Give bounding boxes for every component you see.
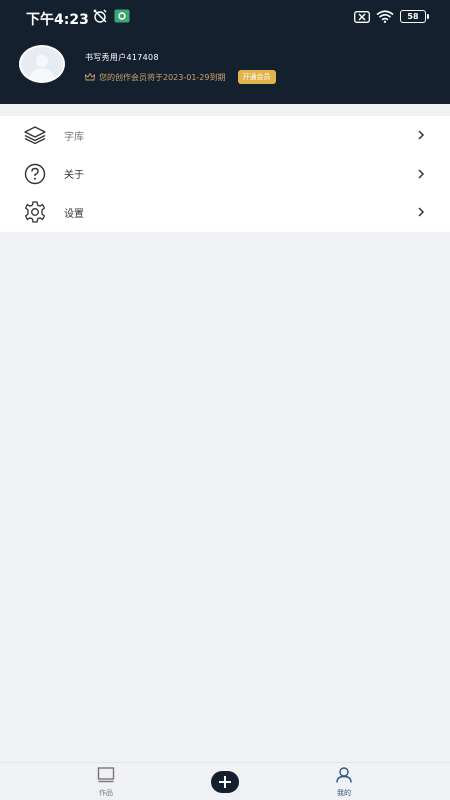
works-icon [97, 767, 115, 783]
question-circle-icon [24, 163, 46, 185]
menu-item-settings[interactable]: 设置 [0, 193, 450, 232]
status-bar: 下午4:23 58 [0, 0, 450, 34]
status-icons-right: 58 [354, 10, 429, 23]
add-button[interactable] [211, 771, 239, 793]
user-icon [336, 767, 352, 783]
battery-icon: 58 [400, 10, 429, 23]
gear-icon [24, 201, 46, 223]
menu-label-settings: 设置 [64, 208, 84, 220]
tab-mine[interactable]: 我的 [329, 767, 359, 798]
tab-works[interactable]: 作品 [91, 767, 121, 798]
shield-badge-icon [114, 9, 130, 23]
menu-item-about[interactable]: 关于 [0, 155, 450, 194]
menu-item-font-library[interactable]: 字库 [0, 116, 450, 155]
bottom-tab-bar: 作品 我的 [0, 762, 450, 800]
avatar-head [36, 55, 48, 67]
tab-label-works: 作品 [99, 789, 113, 797]
sim-x-icon [354, 10, 370, 23]
status-time: 下午4:23 [26, 12, 89, 28]
chevron-right-icon [418, 169, 425, 179]
vip-row: 您的创作会员将于2023-01-29到期 开通会员 [85, 70, 276, 84]
profile-header: 下午4:23 58 书写秀用户417408 您的创作会员将于2023-01-29… [0, 0, 450, 104]
wifi-icon [376, 10, 394, 23]
tab-label-mine: 我的 [337, 789, 351, 797]
menu-label-about: 关于 [64, 170, 84, 182]
avatar-body [29, 68, 55, 81]
profile-card[interactable]: 书写秀用户417408 您的创作会员将于2023-01-29到期 开通会员 [19, 45, 439, 87]
status-icons-left [92, 9, 130, 23]
open-vip-button[interactable]: 开通会员 [237, 70, 276, 84]
chevron-right-icon [418, 207, 425, 217]
avatar[interactable] [19, 45, 65, 83]
chevron-right-icon [418, 130, 425, 140]
menu-label-font-library: 字库 [64, 131, 84, 143]
battery-level: 58 [407, 12, 419, 21]
username: 书写秀用户417408 [85, 53, 159, 62]
plus-icon [219, 776, 231, 788]
layers-icon [24, 124, 46, 146]
alarm-off-icon [93, 9, 107, 23]
vip-expiry-text: 您的创作会员将于2023-01-29到期 [99, 72, 226, 82]
crown-icon [85, 73, 95, 81]
settings-menu: 字库 关于 设置 [0, 116, 450, 232]
